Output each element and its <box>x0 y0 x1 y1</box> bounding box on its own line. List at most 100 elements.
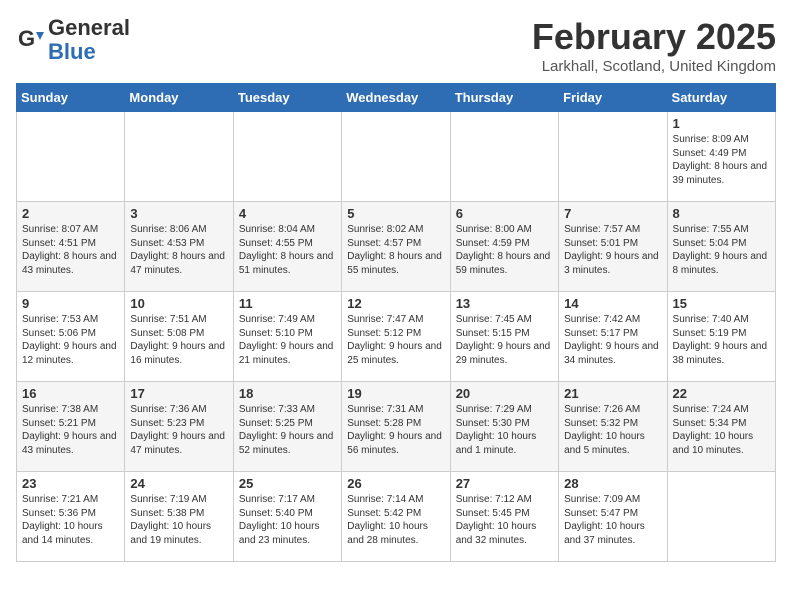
header-day-friday: Friday <box>559 84 667 112</box>
day-number: 15 <box>673 296 770 311</box>
week-row-3: 9 Sunrise: 7:53 AM Sunset: 5:06 PM Daylig… <box>17 292 776 382</box>
day-number: 8 <box>673 206 770 221</box>
day-info: Sunrise: 7:14 AM Sunset: 5:42 PM Dayligh… <box>347 493 444 547</box>
day-cell: 16 Sunrise: 7:38 AM Sunset: 5:21 PM Dayli… <box>17 382 125 472</box>
day-info: Sunrise: 8:04 AM Sunset: 4:55 PM Dayligh… <box>239 223 336 277</box>
day-number: 24 <box>130 476 227 491</box>
day-info: Sunrise: 7:21 AM Sunset: 5:36 PM Dayligh… <box>22 493 119 547</box>
day-info: Sunrise: 8:09 AM Sunset: 4:49 PM Dayligh… <box>673 133 770 187</box>
day-number: 14 <box>564 296 661 311</box>
day-number: 9 <box>22 296 119 311</box>
logo: G General Blue <box>16 16 130 64</box>
day-cell <box>125 112 233 202</box>
day-cell <box>17 112 125 202</box>
day-number: 1 <box>673 116 770 131</box>
header-day-saturday: Saturday <box>667 84 775 112</box>
day-cell: 24 Sunrise: 7:19 AM Sunset: 5:38 PM Dayli… <box>125 472 233 562</box>
day-info: Sunrise: 7:33 AM Sunset: 5:25 PM Dayligh… <box>239 403 336 457</box>
day-cell: 26 Sunrise: 7:14 AM Sunset: 5:42 PM Dayli… <box>342 472 450 562</box>
day-cell: 27 Sunrise: 7:12 AM Sunset: 5:45 PM Dayli… <box>450 472 558 562</box>
day-info: Sunrise: 7:57 AM Sunset: 5:01 PM Dayligh… <box>564 223 661 277</box>
week-row-1: 1 Sunrise: 8:09 AM Sunset: 4:49 PM Daylig… <box>17 112 776 202</box>
day-cell: 22 Sunrise: 7:24 AM Sunset: 5:34 PM Dayli… <box>667 382 775 472</box>
day-cell: 11Sunrise: 7:49 AM Sunset: 5:10 PM Dayli… <box>233 292 341 382</box>
day-number: 28 <box>564 476 661 491</box>
day-info: Sunrise: 8:06 AM Sunset: 4:53 PM Dayligh… <box>130 223 227 277</box>
svg-text:G: G <box>18 26 35 51</box>
header-day-tuesday: Tuesday <box>233 84 341 112</box>
day-number: 12 <box>347 296 444 311</box>
day-number: 17 <box>130 386 227 401</box>
week-row-4: 16 Sunrise: 7:38 AM Sunset: 5:21 PM Dayli… <box>17 382 776 472</box>
day-cell: 6 Sunrise: 8:00 AM Sunset: 4:59 PM Daylig… <box>450 202 558 292</box>
day-cell: 21 Sunrise: 7:26 AM Sunset: 5:32 PM Dayli… <box>559 382 667 472</box>
day-info: Sunrise: 7:55 AM Sunset: 5:04 PM Dayligh… <box>673 223 770 277</box>
logo-icon: G <box>16 26 44 54</box>
header-row: SundayMondayTuesdayWednesdayThursdayFrid… <box>17 84 776 112</box>
day-number: 25 <box>239 476 336 491</box>
day-number: 7 <box>564 206 661 221</box>
day-number: 19 <box>347 386 444 401</box>
day-number: 2 <box>22 206 119 221</box>
day-number: 27 <box>456 476 553 491</box>
day-info: Sunrise: 7:38 AM Sunset: 5:21 PM Dayligh… <box>22 403 119 457</box>
day-info: Sunrise: 7:45 AM Sunset: 5:15 PM Dayligh… <box>456 313 553 367</box>
day-info: Sunrise: 7:19 AM Sunset: 5:38 PM Dayligh… <box>130 493 227 547</box>
day-number: 18 <box>239 386 336 401</box>
day-cell <box>342 112 450 202</box>
day-info: Sunrise: 7:24 AM Sunset: 5:34 PM Dayligh… <box>673 403 770 457</box>
day-number: 5 <box>347 206 444 221</box>
week-row-5: 23 Sunrise: 7:21 AM Sunset: 5:36 PM Dayli… <box>17 472 776 562</box>
day-cell: 7 Sunrise: 7:57 AM Sunset: 5:01 PM Daylig… <box>559 202 667 292</box>
header-day-sunday: Sunday <box>17 84 125 112</box>
day-number: 6 <box>456 206 553 221</box>
day-number: 22 <box>673 386 770 401</box>
day-info: Sunrise: 7:42 AM Sunset: 5:17 PM Dayligh… <box>564 313 661 367</box>
month-title: February 2025 <box>532 16 776 58</box>
day-cell: 18 Sunrise: 7:33 AM Sunset: 5:25 PM Dayli… <box>233 382 341 472</box>
day-number: 23 <box>22 476 119 491</box>
day-info: Sunrise: 7:17 AM Sunset: 5:40 PM Dayligh… <box>239 493 336 547</box>
day-cell: 9 Sunrise: 7:53 AM Sunset: 5:06 PM Daylig… <box>17 292 125 382</box>
logo-general-text: General <box>48 15 130 40</box>
day-number: 16 <box>22 386 119 401</box>
day-cell: 1 Sunrise: 8:09 AM Sunset: 4:49 PM Daylig… <box>667 112 775 202</box>
day-info: Sunrise: 7:31 AM Sunset: 5:28 PM Dayligh… <box>347 403 444 457</box>
location: Larkhall, Scotland, United Kingdom <box>532 58 776 75</box>
day-cell <box>233 112 341 202</box>
day-cell: 17Sunrise: 7:36 AM Sunset: 5:23 PM Dayli… <box>125 382 233 472</box>
calendar-table: SundayMondayTuesdayWednesdayThursdayFrid… <box>16 83 776 562</box>
day-info: Sunrise: 7:47 AM Sunset: 5:12 PM Dayligh… <box>347 313 444 367</box>
day-info: Sunrise: 7:53 AM Sunset: 5:06 PM Dayligh… <box>22 313 119 367</box>
day-cell: 19 Sunrise: 7:31 AM Sunset: 5:28 PM Dayli… <box>342 382 450 472</box>
day-info: Sunrise: 7:26 AM Sunset: 5:32 PM Dayligh… <box>564 403 661 457</box>
day-cell: 10 Sunrise: 7:51 AM Sunset: 5:08 PM Dayli… <box>125 292 233 382</box>
day-number: 4 <box>239 206 336 221</box>
day-cell: 5 Sunrise: 8:02 AM Sunset: 4:57 PM Daylig… <box>342 202 450 292</box>
day-number: 20 <box>456 386 553 401</box>
header-day-wednesday: Wednesday <box>342 84 450 112</box>
day-info: Sunrise: 7:40 AM Sunset: 5:19 PM Dayligh… <box>673 313 770 367</box>
day-cell <box>667 472 775 562</box>
day-number: 10 <box>130 296 227 311</box>
day-info: Sunrise: 8:00 AM Sunset: 4:59 PM Dayligh… <box>456 223 553 277</box>
day-cell <box>450 112 558 202</box>
day-cell: 2Sunrise: 8:07 AM Sunset: 4:51 PM Daylig… <box>17 202 125 292</box>
day-info: Sunrise: 7:12 AM Sunset: 5:45 PM Dayligh… <box>456 493 553 547</box>
logo-blue-text: Blue <box>48 39 96 64</box>
day-number: 13 <box>456 296 553 311</box>
day-number: 26 <box>347 476 444 491</box>
day-number: 3 <box>130 206 227 221</box>
day-cell: 8 Sunrise: 7:55 AM Sunset: 5:04 PM Daylig… <box>667 202 775 292</box>
day-cell: 15 Sunrise: 7:40 AM Sunset: 5:19 PM Dayli… <box>667 292 775 382</box>
day-number: 21 <box>564 386 661 401</box>
day-info: Sunrise: 7:49 AM Sunset: 5:10 PM Dayligh… <box>239 313 336 367</box>
header-day-thursday: Thursday <box>450 84 558 112</box>
week-row-2: 2Sunrise: 8:07 AM Sunset: 4:51 PM Daylig… <box>17 202 776 292</box>
day-info: Sunrise: 7:29 AM Sunset: 5:30 PM Dayligh… <box>456 403 553 457</box>
day-info: Sunrise: 7:51 AM Sunset: 5:08 PM Dayligh… <box>130 313 227 367</box>
day-cell: 13 Sunrise: 7:45 AM Sunset: 5:15 PM Dayli… <box>450 292 558 382</box>
day-cell: 25 Sunrise: 7:17 AM Sunset: 5:40 PM Dayli… <box>233 472 341 562</box>
day-info: Sunrise: 8:02 AM Sunset: 4:57 PM Dayligh… <box>347 223 444 277</box>
header-day-monday: Monday <box>125 84 233 112</box>
